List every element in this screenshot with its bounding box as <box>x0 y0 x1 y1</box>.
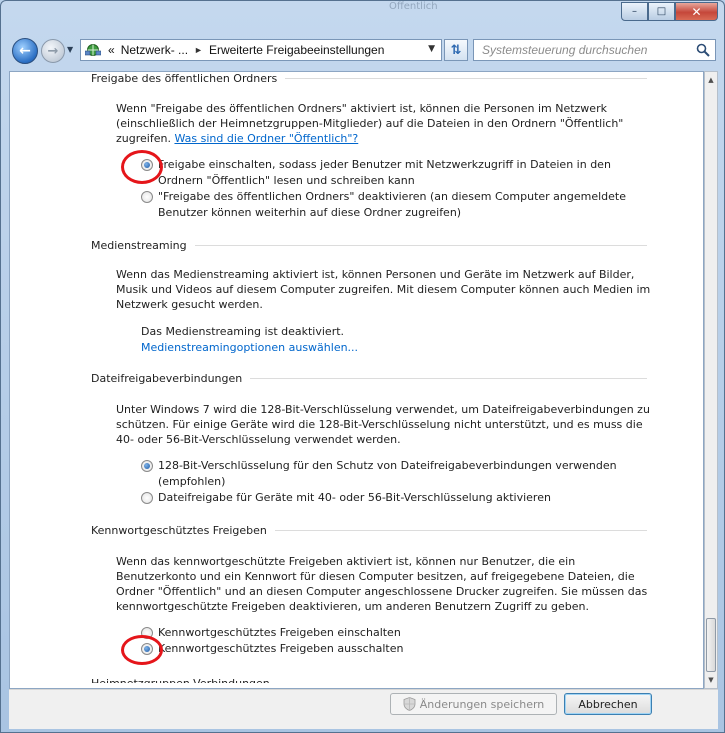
radio-button-checked[interactable] <box>141 460 153 472</box>
public-folder-description: Wenn "Freigabe des öffentlichen Ordners"… <box>116 101 651 146</box>
address-dropdown-icon[interactable]: ▼ <box>428 44 435 54</box>
password-sharing-description: Wenn das kennwortgeschützte Freigeben ak… <box>116 555 648 613</box>
back-button[interactable]: ← <box>12 38 38 64</box>
highlight-circle-annotation <box>121 150 163 184</box>
radio-button[interactable] <box>141 492 153 504</box>
section-header-file-sharing-connections: Dateifreigabeverbindungen <box>91 372 647 385</box>
search-input[interactable]: Systemsteuerung durchsuchen <box>473 39 716 61</box>
radio-public-sharing-off[interactable]: "Freigabe des öffentlichen Ordners" deak… <box>141 189 646 221</box>
vertical-scrollbar[interactable]: ▲ ▼ <box>704 71 718 689</box>
section-header-media-streaming: Medienstreaming <box>91 239 647 252</box>
media-streaming-description: Wenn das Medienstreaming aktiviert ist, … <box>116 268 651 311</box>
settings-content: Freigabe des öffentlichen Ordners Wenn "… <box>9 71 704 689</box>
breadcrumb-item-network[interactable]: Netzwerk- ... <box>121 43 188 57</box>
radio-label: Kennwortgeschütztes Freigeben ausschalte… <box>158 642 404 655</box>
save-changes-label: Änderungen speichern <box>419 697 545 711</box>
caption-buttons: – □ ✕ <box>621 2 718 21</box>
search-icon[interactable] <box>696 43 710 57</box>
uac-shield-icon <box>403 697 416 711</box>
background-window-title: Öffentlich <box>389 1 438 12</box>
radio-40-56-bit-encryption[interactable]: Dateifreigabe für Geräte mit 40- oder 56… <box>141 490 646 506</box>
media-streaming-options-link[interactable]: Medienstreamingoptionen auswählen... <box>141 340 441 355</box>
divider <box>274 530 647 531</box>
radio-password-sharing-off[interactable]: Kennwortgeschütztes Freigeben ausschalte… <box>141 641 646 657</box>
section-header-public-folder: Freigabe des öffentlichen Ordners <box>91 72 647 85</box>
radio-public-sharing-on[interactable]: Freigabe einschalten, sodass jeder Benut… <box>141 157 646 189</box>
save-changes-button[interactable]: Änderungen speichern <box>390 693 557 715</box>
breadcrumb-overflow[interactable]: « <box>108 43 115 57</box>
cancel-button[interactable]: Abbrechen <box>564 693 652 715</box>
refresh-button[interactable]: ⇅ <box>444 39 468 61</box>
divider <box>285 78 647 79</box>
radio-128-bit-encryption[interactable]: 128-Bit-Verschlüsselung für den Schutz v… <box>141 458 646 490</box>
public-folders-help-link[interactable]: Was sind die Ordner "Öffentlich"? <box>174 132 358 145</box>
breadcrumb-item-advanced-sharing[interactable]: Erweiterte Freigabeeinstellungen <box>209 43 384 57</box>
file-sharing-description: Unter Windows 7 wird die 128-Bit-Verschl… <box>116 403 650 446</box>
section-header-password-protected-sharing: Kennwortgeschütztes Freigeben <box>91 524 647 537</box>
radio-password-sharing-on[interactable]: Kennwortgeschütztes Freigeben einschalte… <box>141 625 646 641</box>
network-icon <box>84 42 102 58</box>
search-placeholder: Systemsteuerung durchsuchen <box>482 43 648 57</box>
address-bar[interactable]: « Netzwerk- ... ► Erweiterte Freigabeein… <box>80 39 442 61</box>
radio-label: Freigabe einschalten, sodass jeder Benut… <box>158 158 611 187</box>
breadcrumb-separator-icon[interactable]: ► <box>194 45 203 55</box>
highlight-circle-annotation <box>121 635 163 665</box>
recent-pages-dropdown[interactable]: ▼ <box>67 45 73 54</box>
scroll-down-arrow-icon[interactable]: ▼ <box>705 672 717 688</box>
dialog-footer: Änderungen speichern Abbrechen <box>9 689 718 729</box>
section-header-homegroup-connections: Heimnetzgruppen-Verbindungen <box>91 677 270 683</box>
refresh-icon: ⇅ <box>450 42 462 58</box>
radio-label: Kennwortgeschütztes Freigeben einschalte… <box>158 626 401 639</box>
arrow-left-icon: ← <box>19 43 31 59</box>
section-title: Dateifreigabeverbindungen <box>91 372 243 385</box>
forward-button[interactable]: → <box>41 39 65 63</box>
close-button[interactable]: ✕ <box>675 2 718 21</box>
radio-label: "Freigabe des öffentlichen Ordners" deak… <box>158 190 626 219</box>
minimize-button[interactable]: – <box>621 2 648 21</box>
section-title: Freigabe des öffentlichen Ordners <box>91 72 278 85</box>
arrow-right-icon: → <box>47 43 59 59</box>
section-title: Kennwortgeschütztes Freigeben <box>91 524 267 537</box>
radio-label: 128-Bit-Verschlüsselung für den Schutz v… <box>158 459 617 488</box>
divider <box>250 378 647 379</box>
divider <box>194 245 647 246</box>
control-panel-window: Öffentlich – □ ✕ ← → ▼ « Netzwerk- ... ►… <box>0 0 725 733</box>
radio-button[interactable] <box>141 191 153 203</box>
radio-label: Dateifreigabe für Geräte mit 40- oder 56… <box>158 491 551 504</box>
scroll-up-arrow-icon[interactable]: ▲ <box>705 72 717 88</box>
media-streaming-status: Das Medienstreaming ist deaktiviert. <box>141 325 345 338</box>
scrollbar-thumb[interactable] <box>706 618 716 672</box>
maximize-button[interactable]: □ <box>648 2 675 21</box>
section-title: Medienstreaming <box>91 239 187 252</box>
